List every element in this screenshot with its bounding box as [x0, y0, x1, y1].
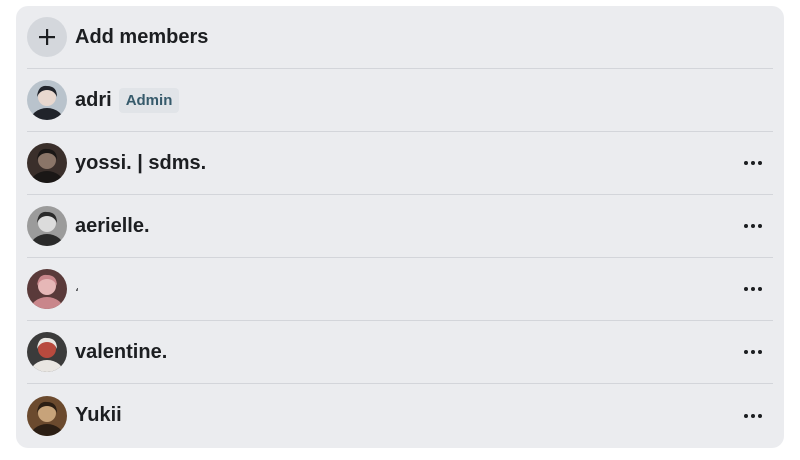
avatar-image — [27, 395, 67, 436]
more-options-button[interactable] — [739, 212, 767, 240]
more-horizontal-icon — [744, 350, 762, 354]
avatar[interactable] — [27, 143, 67, 183]
member-name[interactable]: Yukii — [75, 404, 122, 427]
avatar[interactable] — [27, 206, 67, 246]
more-horizontal-icon — [744, 287, 762, 291]
member-name[interactable]: yossi. | sdms. — [75, 152, 206, 175]
more-options-button[interactable] — [739, 338, 767, 366]
avatar-image — [27, 143, 67, 183]
more-options-button[interactable] — [739, 149, 767, 177]
add-members-row[interactable]: Add members — [27, 6, 773, 69]
more-horizontal-icon — [744, 413, 762, 418]
more-options-button[interactable] — [739, 402, 767, 430]
more-horizontal-icon — [744, 161, 762, 165]
member-name[interactable]: ، — [75, 280, 79, 294]
more-horizontal-icon — [744, 224, 762, 228]
avatar[interactable] — [27, 269, 67, 309]
avatar-image — [27, 206, 67, 246]
member-name[interactable]: aerielle. — [75, 215, 150, 238]
member-row[interactable]: aerielle. — [27, 195, 773, 258]
avatar[interactable] — [27, 395, 67, 436]
avatar-image — [27, 269, 67, 309]
add-members-label: Add members — [75, 25, 209, 48]
member-name[interactable]: adri — [75, 89, 112, 112]
member-row[interactable]: ، — [27, 258, 773, 321]
members-panel: Add members adri Admin yossi. | sdms. ae… — [16, 6, 784, 448]
avatar[interactable] — [27, 332, 67, 372]
member-name[interactable]: valentine. — [75, 341, 167, 364]
avatar-image — [27, 332, 67, 372]
avatar[interactable] — [27, 80, 67, 120]
plus-icon — [39, 29, 55, 45]
avatar-image — [27, 80, 67, 120]
add-members-button[interactable] — [27, 17, 67, 57]
admin-badge: Admin — [118, 87, 180, 113]
member-row[interactable]: valentine. — [27, 321, 773, 384]
member-row[interactable]: Yukii — [27, 384, 773, 447]
more-options-button[interactable] — [739, 275, 767, 303]
member-row[interactable]: adri Admin — [27, 69, 773, 132]
member-row[interactable]: yossi. | sdms. — [27, 132, 773, 195]
